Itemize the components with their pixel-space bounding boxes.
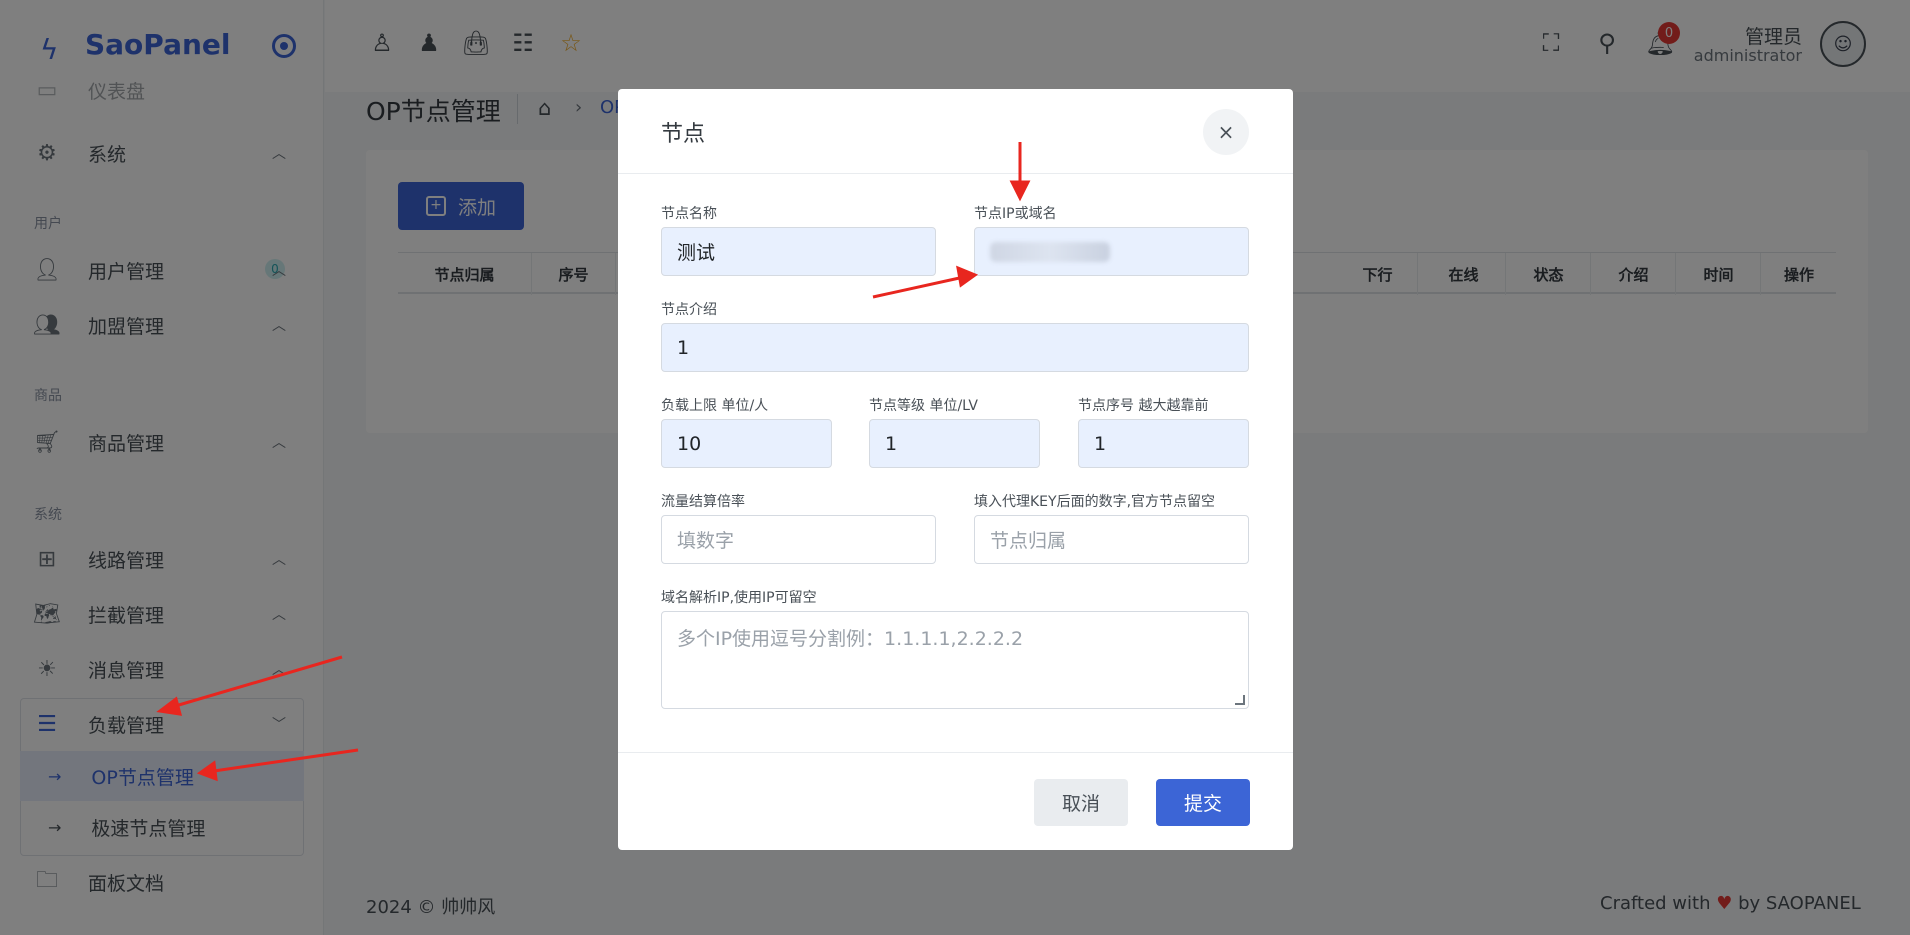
node-level-input[interactable]: 1 xyxy=(869,419,1040,468)
node-intro-input[interactable]: 1 xyxy=(661,323,1249,372)
close-icon[interactable]: × xyxy=(1203,109,1249,155)
traffic-rate-label: 流量结算倍率 xyxy=(661,494,745,510)
node-intro-label: 节点介绍 xyxy=(661,302,717,318)
node-ip-label: 节点IP或域名 xyxy=(974,206,1057,222)
modal-title: 节点 xyxy=(661,122,706,147)
node-name-input[interactable]: 测试 xyxy=(661,227,936,276)
node-owner-input[interactable]: 节点归属 xyxy=(974,515,1249,564)
load-limit-input[interactable]: 10 xyxy=(661,419,832,468)
traffic-rate-input[interactable]: 填数字 xyxy=(661,515,936,564)
node-owner-label: 填入代理KEY后面的数字,官方节点留空 xyxy=(974,494,1216,510)
submit-button[interactable]: 提交 xyxy=(1156,779,1250,826)
node-ip-input[interactable] xyxy=(974,227,1249,276)
load-limit-label: 负载上限 单位/人 xyxy=(661,398,769,414)
modal-divider xyxy=(618,173,1293,174)
node-order-label: 节点序号 越大越靠前 xyxy=(1078,398,1209,414)
node-modal: 节点 × 节点名称 测试 节点IP或域名 节点介绍 1 负载上限 单位/人 10… xyxy=(618,89,1293,850)
modal-divider xyxy=(618,752,1293,753)
dns-ip-label: 域名解析IP,使用IP可留空 xyxy=(661,590,817,606)
cancel-button[interactable]: 取消 xyxy=(1034,779,1128,826)
node-name-label: 节点名称 xyxy=(661,206,717,222)
dns-ip-placeholder: 多个IP使用逗号分割例：1.1.1.1,2.2.2.2 xyxy=(677,628,1024,650)
node-order-input[interactable]: 1 xyxy=(1078,419,1249,468)
node-level-label: 节点等级 单位/LV xyxy=(869,398,979,414)
resize-handle-icon[interactable] xyxy=(1235,695,1245,705)
redacted-value xyxy=(990,241,1110,262)
dns-ip-textarea[interactable]: 多个IP使用逗号分割例：1.1.1.1,2.2.2.2 xyxy=(661,611,1249,709)
